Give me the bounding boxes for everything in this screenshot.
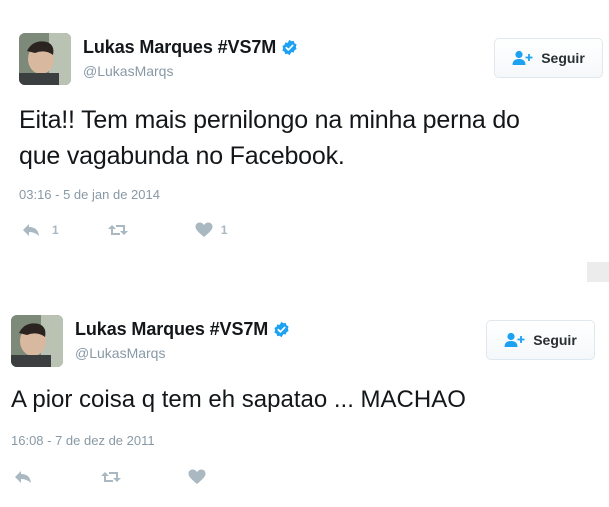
retweet-icon: [100, 469, 122, 485]
tweet-timestamp[interactable]: 16:08 - 7 de dez de 2011: [11, 433, 155, 448]
retweet-button[interactable]: [107, 222, 129, 238]
verified-badge-icon: [281, 39, 298, 56]
avatar[interactable]: [19, 33, 71, 85]
avatar[interactable]: [11, 315, 63, 367]
add-user-icon: [512, 50, 534, 66]
tweet-text-line: A pior coisa q tem eh sapatao ... MACHAO: [11, 386, 466, 413]
heart-icon: [188, 469, 206, 485]
tweet-timestamp[interactable]: 03:16 - 5 de jan de 2014: [19, 187, 160, 202]
tweet-card: Lukas Marques #VS7M @LukasMarqs Seguir E…: [0, 0, 609, 262]
reply-count: 1: [52, 223, 59, 237]
like-button[interactable]: 1: [195, 222, 228, 238]
display-name[interactable]: Lukas Marques #VS7M: [83, 37, 276, 58]
reply-button[interactable]: [14, 469, 32, 485]
tweet-text-line: Eita!! Tem mais pernilongo na minha pern…: [19, 106, 520, 134]
display-name[interactable]: Lukas Marques #VS7M: [75, 319, 268, 340]
tweet-text: Eita!! Tem mais pernilongo na minha pern…: [19, 102, 520, 174]
retweet-icon: [107, 222, 129, 238]
add-user-icon: [504, 332, 526, 348]
like-count: 1: [220, 223, 228, 237]
reply-button[interactable]: 1: [22, 222, 59, 238]
verified-badge-icon: [273, 321, 290, 338]
follow-label: Seguir: [533, 332, 577, 348]
follow-button[interactable]: Seguir: [494, 38, 603, 78]
user-handle[interactable]: @LukasMarqs: [83, 63, 173, 79]
tweet-card: Lukas Marques #VS7M @LukasMarqs Seguir A…: [0, 282, 609, 507]
user-handle[interactable]: @LukasMarqs: [75, 345, 165, 361]
follow-label: Seguir: [541, 50, 585, 66]
heart-icon: [195, 222, 213, 238]
reply-icon: [22, 222, 40, 238]
follow-button[interactable]: Seguir: [486, 320, 595, 360]
tweet-text: A pior coisa q tem eh sapatao ... MACHAO: [11, 382, 466, 418]
tweet-text-line: que vagabunda no Facebook.: [19, 142, 345, 170]
like-button[interactable]: [188, 469, 206, 485]
retweet-button[interactable]: [100, 469, 122, 485]
reply-icon: [14, 469, 32, 485]
